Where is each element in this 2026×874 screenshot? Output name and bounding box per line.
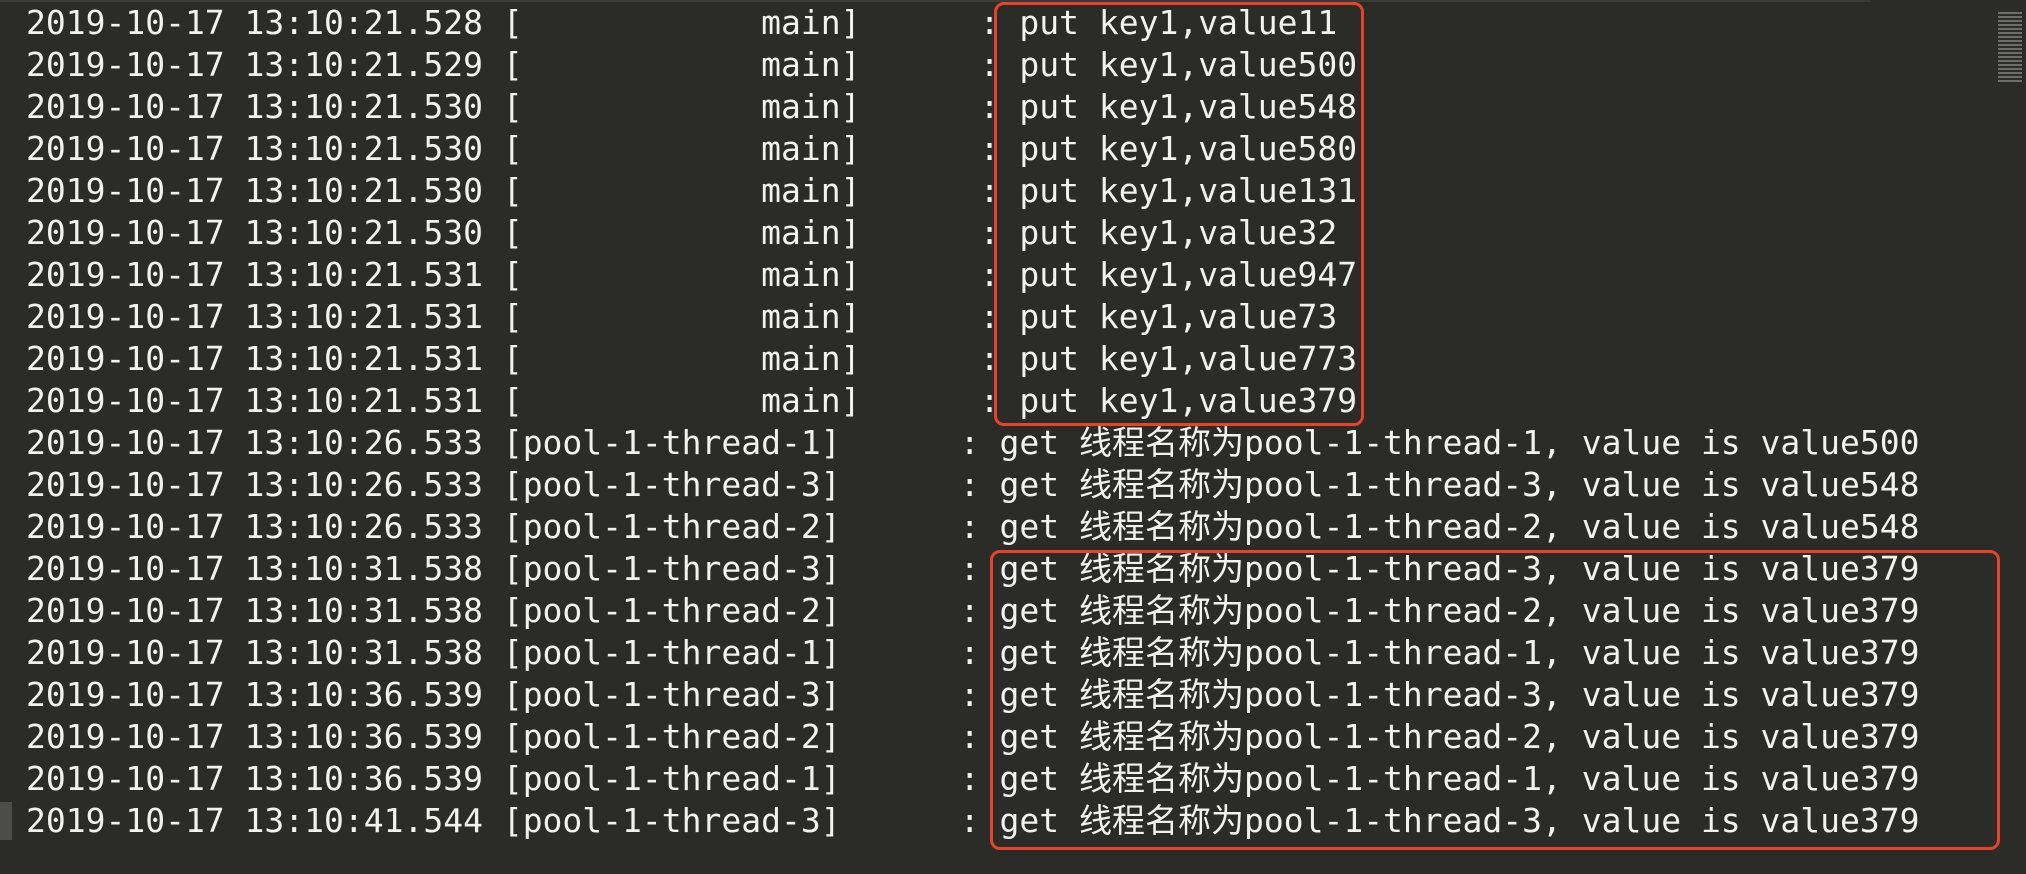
log-line: 2019-10-17 13:10:26.533 [pool-1-thread-2… bbox=[26, 507, 1920, 546]
put-values-highlight-box bbox=[994, 2, 1364, 426]
minimap[interactable] bbox=[1998, 12, 2022, 84]
log-line: 2019-10-17 13:10:26.533 [pool-1-thread-1… bbox=[26, 423, 1920, 462]
get-values-highlight-box bbox=[990, 550, 2000, 850]
log-line: 2019-10-17 13:10:26.533 [pool-1-thread-3… bbox=[26, 465, 1920, 504]
log-console: 2019-10-17 13:10:21.528 [ main] : put ke… bbox=[0, 0, 2026, 874]
current-line-marker bbox=[0, 802, 12, 840]
